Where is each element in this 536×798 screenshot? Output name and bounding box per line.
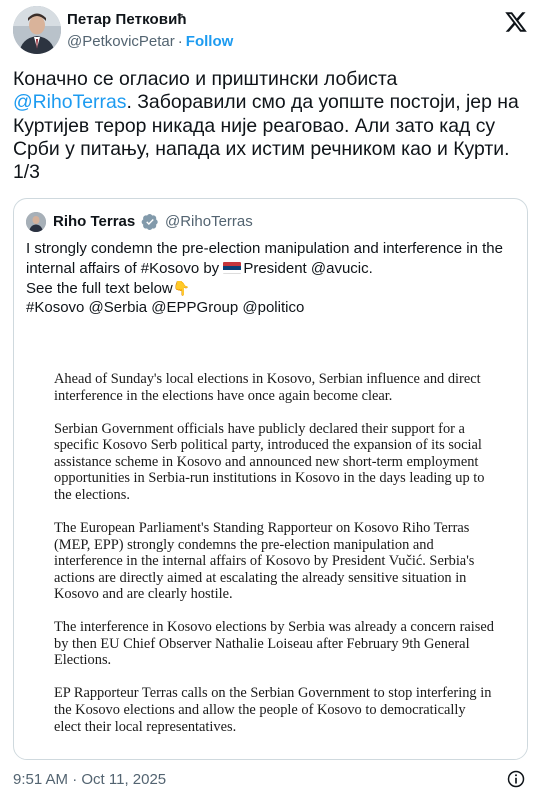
tweet-body: Коначно се огласио и приштински лобиста …: [13, 68, 533, 184]
author-handle[interactable]: @PetkovicPetar: [67, 33, 175, 50]
author-avatar[interactable]: [13, 6, 61, 54]
x-logo-icon[interactable]: [504, 10, 528, 34]
doc-paragraph: Serbian Government officials have public…: [54, 420, 485, 503]
quoted-text-hashtags: #Kosovo @Serbia @EPPGroup @politico: [26, 299, 305, 317]
meta-separator: ·: [177, 33, 183, 50]
doc-paragraph: Ahead of Sunday's local elections in Kos…: [54, 371, 481, 404]
tweet-header: Петар Петковић @PetkovicPetar · Follow: [13, 6, 528, 56]
statement-document-image[interactable]: Ahead of Sunday's local elections in Kos…: [15, 329, 527, 759]
tweet-timestamp[interactable]: 9:51 AM · Oct 11, 2025: [13, 771, 166, 788]
quoted-text: I strongly condemn the pre-election mani…: [26, 239, 521, 318]
quoted-text-line1-end: President @avucic.: [243, 259, 373, 277]
doc-paragraph: The interference in Kosovo elections by …: [54, 619, 494, 669]
author-name[interactable]: Петар Петковић: [67, 11, 187, 28]
tweet-text-line1: Коначно се огласио и приштински лобиста: [13, 68, 398, 90]
statement-document-text: Ahead of Sunday's local elections in Kos…: [54, 371, 494, 752]
author-meta: @PetkovicPetar · Follow: [67, 33, 233, 50]
serbia-flag-icon: [223, 261, 242, 274]
doc-paragraph: The European Parliament's Standing Rappo…: [54, 519, 475, 603]
quoted-author-handle[interactable]: @RihoTerras: [165, 213, 253, 230]
mention-link[interactable]: @RihoTerras: [13, 91, 126, 113]
quoted-tweet-card[interactable]: Riho Terras @RihoTerras I strongly conde…: [13, 198, 528, 760]
quoted-header: Riho Terras @RihoTerras: [26, 211, 506, 232]
quoted-avatar: [26, 212, 46, 232]
info-icon[interactable]: [506, 769, 526, 789]
pointing-down-emoji: 👇: [172, 279, 191, 296]
doc-paragraph: EP Rapporteur Terras calls on the Serbia…: [54, 685, 492, 735]
verified-badge-icon: [141, 213, 158, 231]
quoted-author-name[interactable]: Riho Terras: [53, 213, 135, 230]
follow-button[interactable]: Follow: [186, 33, 234, 50]
quoted-text-line2: See the full text below: [26, 279, 173, 297]
